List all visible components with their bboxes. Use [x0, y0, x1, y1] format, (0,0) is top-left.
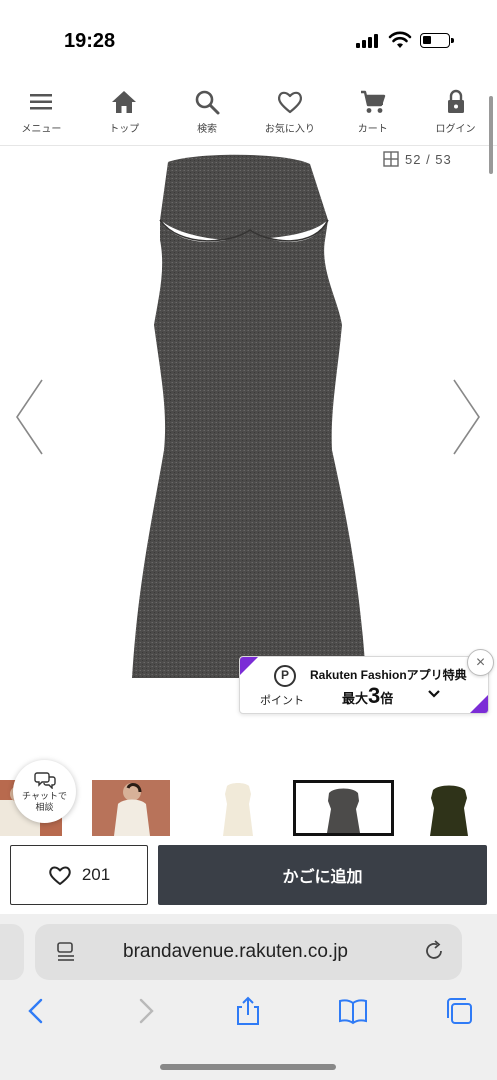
page-scrollbar[interactable]: [489, 96, 493, 174]
nav-label-login: ログイン: [435, 124, 476, 135]
favorite-button[interactable]: 201: [10, 845, 148, 905]
promo-main-prefix: 最大: [342, 691, 369, 706]
point-p-icon: P: [274, 665, 296, 687]
battery-icon: [420, 33, 454, 48]
home-icon: [112, 91, 137, 113]
chat-label: チャットで 相談: [22, 791, 67, 813]
cellular-signal-icon: [356, 34, 382, 48]
purchase-action-bar: 201 かごに追加: [0, 836, 497, 914]
nav-item-favorites[interactable]: お気に入り: [248, 80, 331, 145]
nav-item-login[interactable]: ログイン: [414, 80, 497, 145]
back-icon[interactable]: [22, 996, 52, 1026]
chat-label-line2: 相談: [35, 801, 54, 812]
nav-label-top: トップ: [109, 124, 140, 135]
favorite-count: 201: [81, 865, 111, 884]
page-menu-icon[interactable]: [57, 942, 75, 962]
lock-icon: [447, 89, 464, 113]
nav-label-search: 検索: [197, 124, 218, 135]
browser-toolbar: [0, 994, 497, 1034]
next-image-arrow-icon[interactable]: [450, 378, 482, 456]
thumbnail-image[interactable]: [425, 780, 475, 836]
product-image[interactable]: [120, 150, 380, 690]
gallery-counter[interactable]: 52 / 53: [383, 151, 452, 167]
chevron-down-icon[interactable]: [428, 689, 440, 699]
nav-item-cart[interactable]: カート: [331, 80, 414, 145]
promo-main-text: 最大3倍: [342, 683, 393, 709]
promo-corner-accent: [240, 657, 258, 675]
status-bar: 19:28: [0, 0, 497, 80]
promo-point-label: ポイント: [260, 695, 304, 707]
share-icon[interactable]: [233, 996, 263, 1026]
promo-corner-accent: [470, 695, 488, 713]
app-promo-banner[interactable]: P ポイント Rakuten Fashionアプリ特典 最大3倍: [239, 656, 489, 714]
heart-icon: [277, 91, 302, 114]
previous-tab-stub[interactable]: [0, 924, 24, 980]
cart-icon: [360, 90, 385, 113]
add-to-cart-button[interactable]: かごに追加: [158, 845, 487, 905]
gallery-counter-text: 52 / 53: [405, 151, 452, 167]
reload-icon[interactable]: [423, 940, 445, 962]
wifi-icon: [388, 31, 412, 48]
address-bar[interactable]: brandavenue.rakuten.co.jp: [35, 924, 462, 980]
browser-chrome: brandavenue.rakuten.co.jp: [0, 914, 497, 1080]
nav-label-menu: メニュー: [21, 124, 62, 135]
chat-consult-button[interactable]: チャットで 相談: [13, 760, 76, 823]
thumbnail-image-selected[interactable]: [293, 780, 394, 836]
url-text: brandavenue.rakuten.co.jp: [123, 941, 348, 962]
nav-label-cart: カート: [357, 124, 388, 135]
thumbnail-image[interactable]: [213, 780, 263, 836]
bookmarks-icon[interactable]: [338, 996, 368, 1026]
grid-icon: [383, 151, 399, 167]
nav-item-menu[interactable]: メニュー: [0, 80, 83, 145]
chat-label-line1: チャットで: [22, 790, 67, 801]
nav-item-top[interactable]: トップ: [83, 80, 166, 145]
search-icon: [195, 90, 220, 115]
home-indicator[interactable]: [160, 1064, 336, 1070]
nav-item-search[interactable]: 検索: [166, 80, 249, 145]
promo-close-button[interactable]: ×: [467, 649, 494, 676]
heart-icon: [49, 866, 71, 885]
promo-title: Rakuten Fashionアプリ特典: [310, 668, 467, 682]
chat-bubbles-icon: [33, 771, 56, 789]
nav-label-favorites: お気に入り: [264, 124, 315, 135]
site-nav: メニュー トップ 検索 お気に入り カート ログイン: [0, 80, 497, 146]
tabs-icon[interactable]: [444, 996, 474, 1026]
status-time: 19:28: [64, 30, 116, 52]
hamburger-icon: [30, 94, 53, 110]
previous-image-arrow-icon[interactable]: [14, 378, 46, 456]
promo-main-number: 3: [368, 683, 381, 708]
thumbnail-image[interactable]: [92, 780, 170, 836]
forward-icon[interactable]: [130, 996, 160, 1026]
promo-main-suffix: 倍: [380, 691, 394, 706]
